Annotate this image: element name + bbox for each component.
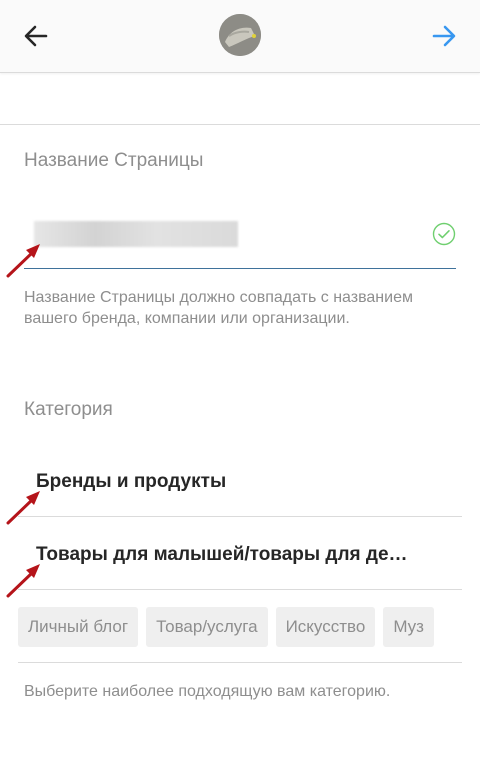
category-chip[interactable]: Искусство	[275, 607, 376, 647]
category-help-text: Выберите наиболее подходящую вам категор…	[24, 683, 391, 700]
selected-category-1[interactable]: Бренды и продукты	[36, 471, 226, 493]
category-chip[interactable]: Личный блог	[18, 607, 139, 647]
arrow-right-icon	[432, 25, 456, 47]
selected-category-2[interactable]: Товары для малышей/товары для де…	[36, 544, 408, 566]
page-name-help-text: Название Страницы должно совпадать с наз…	[24, 289, 413, 327]
check-circle-icon	[432, 222, 456, 246]
page-name-field[interactable]	[24, 205, 456, 269]
next-button[interactable]	[426, 18, 462, 54]
avatar	[219, 14, 261, 56]
page-name-label: Название Страницы	[24, 150, 204, 171]
field-underline	[24, 268, 456, 269]
category-divider	[18, 589, 462, 590]
category-chip[interactable]: Муз	[383, 607, 434, 647]
category-label: Категория	[24, 399, 113, 420]
annotation-arrow-icon	[6, 564, 40, 598]
top-bar	[0, 0, 480, 73]
category-chip[interactable]: Товар/услуга	[146, 607, 268, 647]
chips-divider	[18, 662, 462, 663]
arrow-left-icon	[24, 25, 48, 47]
category-chip-list: Личный блог Товар/услуга Искусство Муз	[18, 607, 460, 647]
page-name-value-redacted	[34, 221, 238, 247]
section-divider	[0, 124, 480, 125]
annotation-arrow-icon	[6, 491, 40, 525]
annotation-arrow-icon	[6, 244, 40, 278]
category-divider	[18, 516, 462, 517]
back-button[interactable]	[18, 18, 54, 54]
avatar-image	[219, 14, 261, 56]
